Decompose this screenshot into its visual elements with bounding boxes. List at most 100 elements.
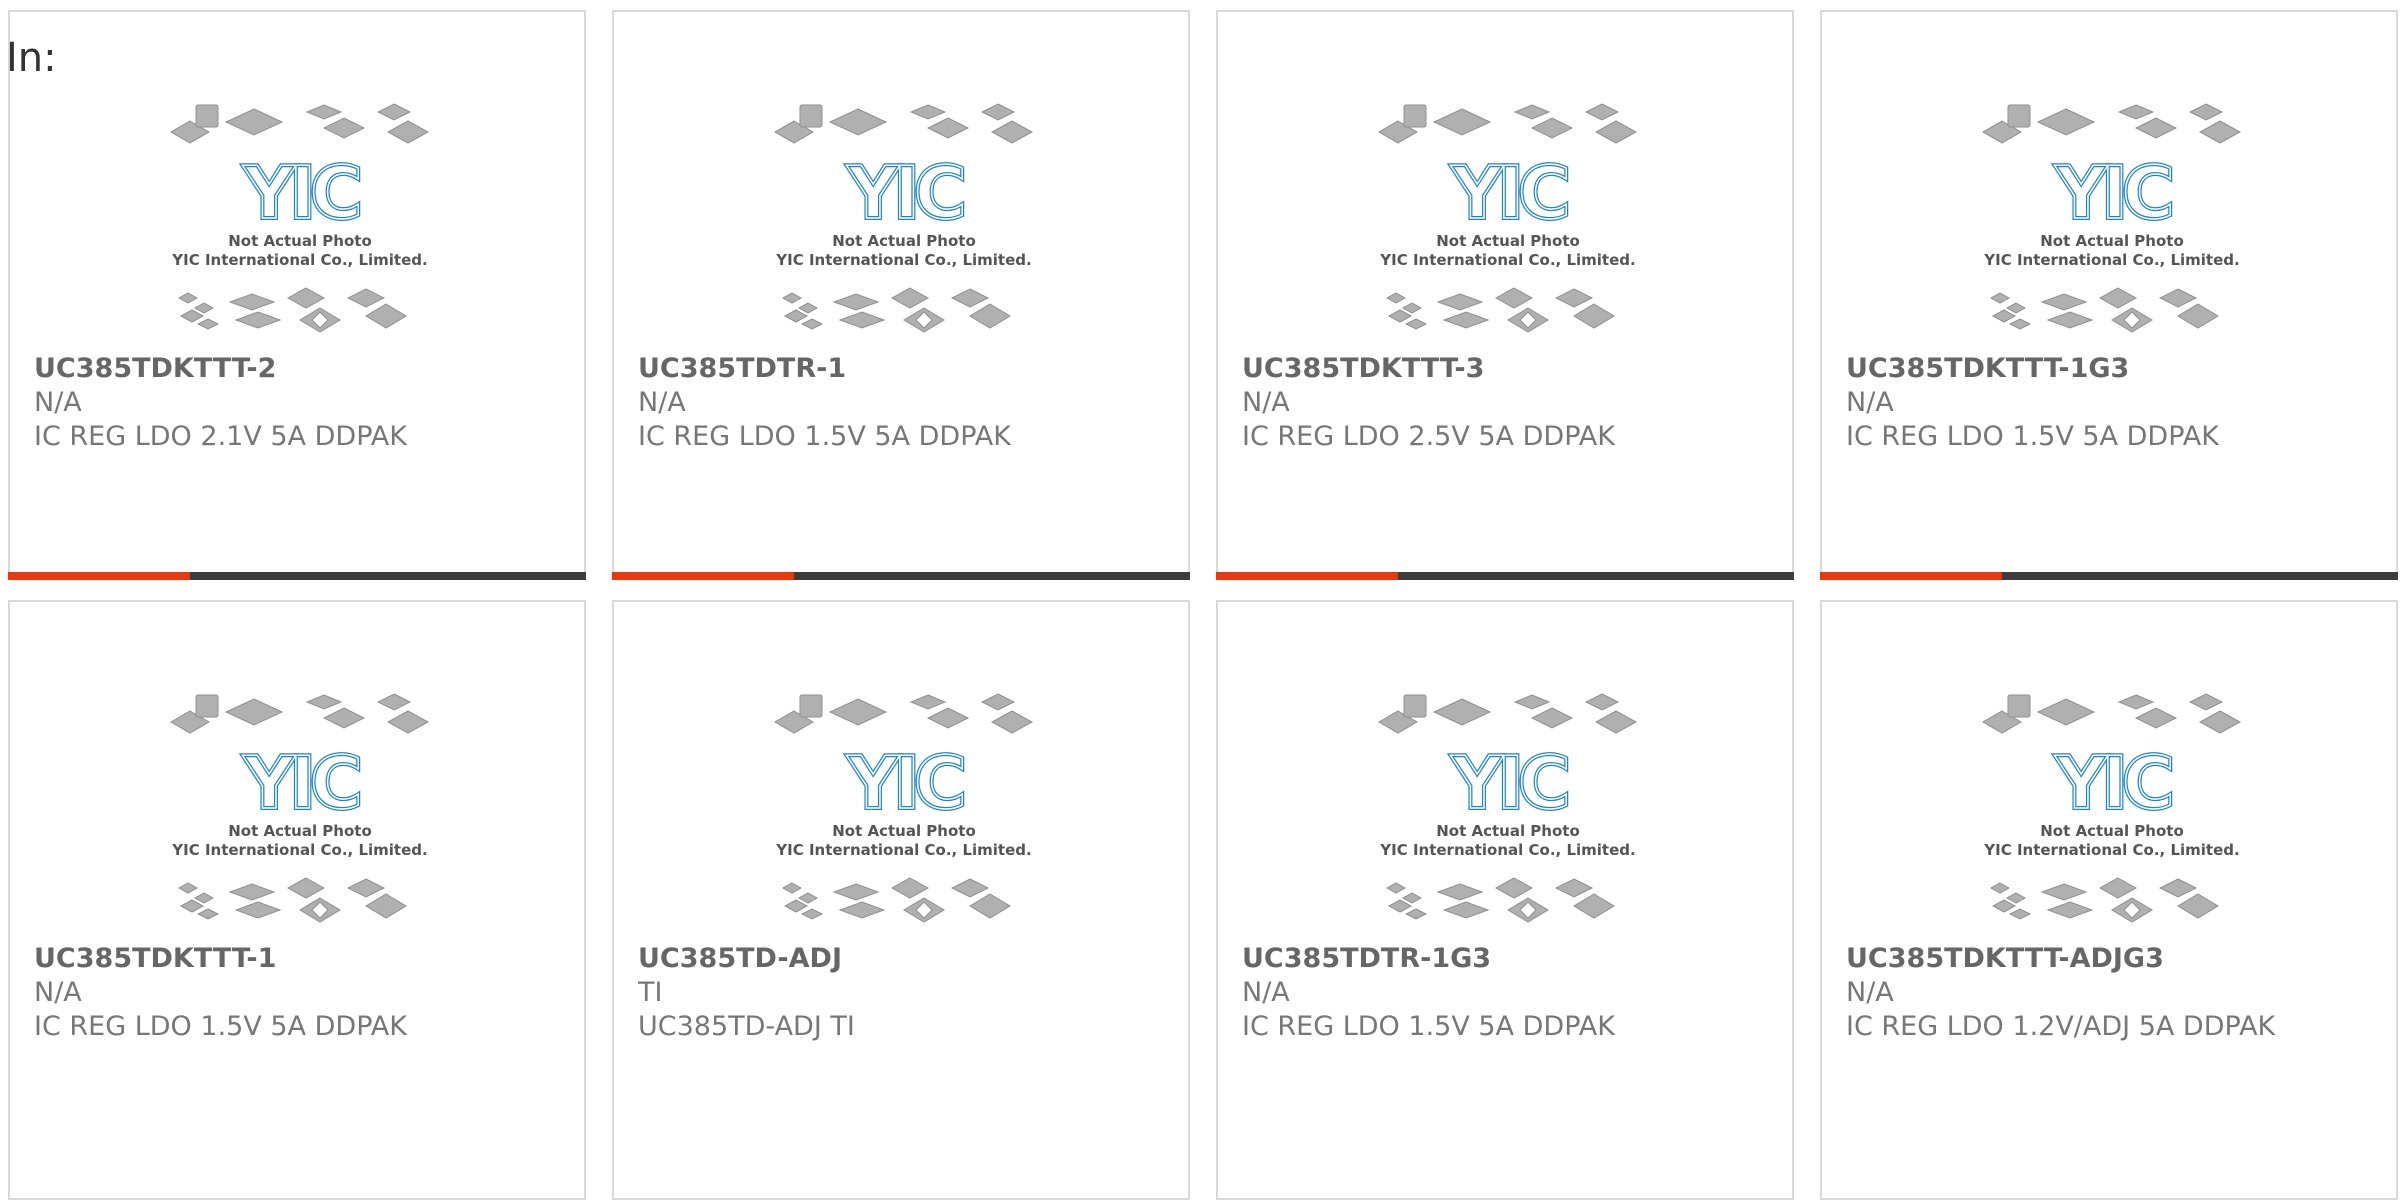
description: IC REG LDO 1.5V 5A DDPAK: [638, 421, 1011, 452]
yic-logo-icon: YICYIC: [240, 739, 367, 827]
product-card[interactable]: YIC YIC Not Actual Photo YIC International …: [612, 600, 1190, 1200]
part-number[interactable]: UC385TDTR-1: [638, 352, 1168, 386]
description: IC REG LDO 1.2V/ADJ 5A DDPAK: [1846, 1011, 2276, 1042]
placeholder-caption-line2: YIC International Co., Limited.: [1379, 841, 1635, 859]
manufacturer: N/A: [1242, 387, 1290, 418]
description: IC REG LDO 2.1V 5A DDPAK: [34, 421, 407, 452]
part-number[interactable]: UC385TDKTTT-1G3: [1846, 352, 2376, 386]
part-number[interactable]: UC385TDKTTT-ADJG3: [1846, 942, 2376, 976]
product-card[interactable]: YIC YIC Not Actual Photo YIC International …: [1216, 600, 1794, 1200]
yic-logo-icon: YICYIC: [240, 149, 367, 237]
svg-text:YIC: YIC: [242, 741, 359, 825]
chip-cluster-top: [1378, 693, 1638, 734]
manufacturer: N/A: [34, 977, 82, 1008]
bar-dark-segment: [190, 572, 586, 580]
chip-cluster-top: [774, 693, 1034, 734]
chip-cluster-bottom: [781, 877, 1011, 923]
svg-text:YIC: YIC: [846, 151, 963, 235]
product-placeholder-image: YIC YIC Not Actual Photo YIC International …: [166, 102, 434, 342]
bar-dark-segment: [794, 572, 1190, 580]
part-number[interactable]: UC385TD-ADJ: [638, 942, 1168, 976]
card-bottom-bar: [1216, 572, 1794, 580]
placeholder-caption-line1: Not Actual Photo: [2040, 822, 2184, 840]
placeholder-caption-line1: Not Actual Photo: [2040, 232, 2184, 250]
placeholder-caption-line2: YIC International Co., Limited.: [775, 841, 1031, 859]
part-number[interactable]: UC385TDTR-1G3: [1242, 942, 1772, 976]
product-card[interactable]: YIC YIC Not Actual Photo YIC International …: [1820, 10, 2398, 580]
placeholder-caption-line1: Not Actual Photo: [228, 822, 372, 840]
chip-cluster-top: [170, 103, 430, 144]
card-bottom-bar: [8, 572, 586, 580]
chip-cluster-top: [774, 103, 1034, 144]
placeholder-caption-line2: YIC International Co., Limited.: [1983, 251, 2239, 269]
svg-text:YIC: YIC: [1450, 151, 1567, 235]
yic-logo-icon: YICYIC: [844, 739, 971, 827]
page-label: In:: [6, 35, 57, 81]
placeholder-caption-line2: YIC International Co., Limited.: [1379, 251, 1635, 269]
placeholder-caption-line2: YIC International Co., Limited.: [171, 251, 427, 269]
svg-text:YIC: YIC: [846, 741, 963, 825]
chip-cluster-top: [170, 693, 430, 734]
bar-dark-segment: [2002, 572, 2398, 580]
description: IC REG LDO 1.5V 5A DDPAK: [34, 1011, 407, 1042]
product-placeholder-image: YIC YIC Not Actual Photo YIC International …: [770, 102, 1038, 342]
product-card[interactable]: YIC YIC Not Actual Photo YIC International …: [612, 10, 1190, 580]
product-placeholder-image: YIC YIC Not Actual Photo YIC International …: [770, 692, 1038, 932]
description: IC REG LDO 1.5V 5A DDPAK: [1846, 421, 2219, 452]
description: IC REG LDO 2.5V 5A DDPAK: [1242, 421, 1615, 452]
chip-cluster-top: [1378, 103, 1638, 144]
svg-text:YIC: YIC: [2054, 741, 2171, 825]
placeholder-caption-line1: Not Actual Photo: [228, 232, 372, 250]
product-placeholder-image: YIC YIC Not Actual Photo YIC International …: [1978, 692, 2246, 932]
product-card[interactable]: YIC YIC Not Actual Photo YIC International …: [1820, 600, 2398, 1200]
placeholder-caption-line1: Not Actual Photo: [832, 822, 976, 840]
svg-text:YIC: YIC: [2054, 151, 2171, 235]
bar-accent-segment: [612, 572, 794, 580]
manufacturer: N/A: [638, 387, 686, 418]
product-card[interactable]: YIC YIC Not Actual Photo YIC International …: [1216, 10, 1794, 580]
part-number[interactable]: UC385TDKTTT-3: [1242, 352, 1772, 386]
manufacturer: N/A: [1846, 387, 1894, 418]
yic-logo-icon: YICYIC: [1448, 739, 1575, 827]
placeholder-caption-line2: YIC International Co., Limited.: [1983, 841, 2239, 859]
placeholder-caption-line1: Not Actual Photo: [1436, 232, 1580, 250]
yic-logo-icon: YICYIC: [2052, 739, 2179, 827]
bar-accent-segment: [1216, 572, 1398, 580]
bar-accent-segment: [1820, 572, 2002, 580]
manufacturer: N/A: [1846, 977, 1894, 1008]
chip-cluster-top: [1982, 103, 2242, 144]
part-number[interactable]: UC385TDKTTT-1: [34, 942, 564, 976]
bar-dark-segment: [1398, 572, 1794, 580]
chip-cluster-bottom: [1385, 877, 1615, 923]
description: UC385TD-ADJ TI: [638, 1011, 855, 1042]
placeholder-caption-line2: YIC International Co., Limited.: [775, 251, 1031, 269]
yic-logo-icon: YICYIC: [1448, 149, 1575, 237]
product-placeholder-image: YIC YIC Not Actual Photo YIC International …: [1374, 102, 1642, 342]
yic-logo-icon: YICYIC: [844, 149, 971, 237]
svg-text:YIC: YIC: [1450, 741, 1567, 825]
chip-cluster-bottom: [177, 287, 407, 333]
description: IC REG LDO 1.5V 5A DDPAK: [1242, 1011, 1615, 1042]
manufacturer: TI: [638, 977, 663, 1008]
product-grid: YIC YIC Not Actual Photo YIC International …: [8, 10, 2400, 1200]
product-card[interactable]: YIC YIC Not Actual Photo YIC International …: [8, 600, 586, 1200]
product-placeholder-image: YIC YIC Not Actual Photo YIC International …: [1374, 692, 1642, 932]
chip-cluster-bottom: [1989, 877, 2219, 923]
card-bottom-bar: [612, 572, 1190, 580]
chip-cluster-bottom: [177, 877, 407, 923]
manufacturer: N/A: [34, 387, 82, 418]
bar-accent-segment: [8, 572, 190, 580]
placeholder-caption-line1: Not Actual Photo: [1436, 822, 1580, 840]
card-bottom-bar: [1820, 572, 2398, 580]
chip-cluster-bottom: [1989, 287, 2219, 333]
svg-text:YIC: YIC: [242, 151, 359, 235]
product-placeholder-image: YIC YIC Not Actual Photo YIC International …: [166, 692, 434, 932]
yic-logo-icon: YICYIC: [2052, 149, 2179, 237]
placeholder-caption-line1: Not Actual Photo: [832, 232, 976, 250]
chip-cluster-bottom: [781, 287, 1011, 333]
part-number[interactable]: UC385TDKTTT-2: [34, 352, 564, 386]
chip-cluster-bottom: [1385, 287, 1615, 333]
product-card[interactable]: YIC YIC Not Actual Photo YIC International …: [8, 10, 586, 580]
placeholder-caption-line2: YIC International Co., Limited.: [171, 841, 427, 859]
product-placeholder-image: YIC YIC Not Actual Photo YIC International …: [1978, 102, 2246, 342]
